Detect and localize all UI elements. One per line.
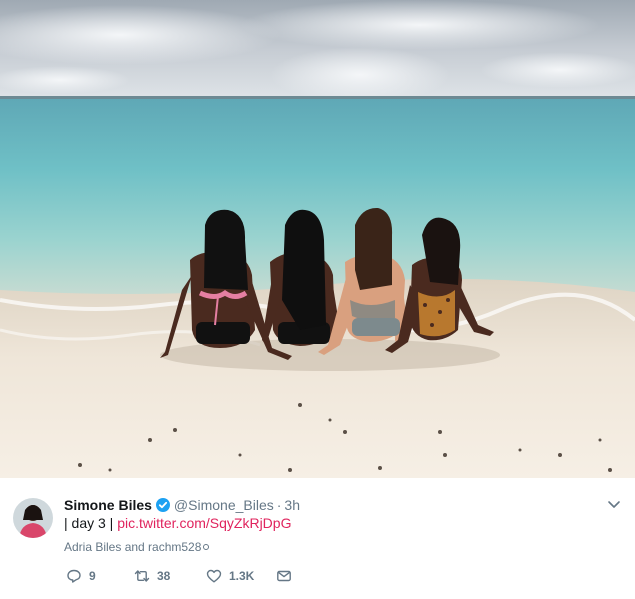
retweet-button[interactable]: 38 <box>134 568 206 584</box>
tagged-users-label: Adria Biles and rachm528 <box>64 540 202 554</box>
tweet-photo[interactable] <box>0 0 635 478</box>
like-count: 1.3K <box>229 569 255 583</box>
heart-icon <box>206 569 222 583</box>
reply-count: 9 <box>89 569 96 583</box>
tweet-header: Simone Biles @Simone_Biles · 3h <box>64 496 300 514</box>
verified-badge-icon <box>155 498 170 512</box>
tweet-text: | day 3 | pic.twitter.com/SqyZkRjDpG <box>64 514 291 532</box>
author-name[interactable]: Simone Biles <box>64 497 152 513</box>
separator-dot: · <box>276 497 282 513</box>
beach-photo <box>0 0 635 478</box>
avatar[interactable] <box>13 498 53 538</box>
tweet-timestamp[interactable]: 3h <box>284 497 300 513</box>
author-handle[interactable]: @Simone_Biles <box>174 497 274 513</box>
reply-button[interactable]: 9 <box>66 568 134 584</box>
like-button[interactable]: 1.3K <box>206 568 276 584</box>
profile-picture-icon <box>13 498 53 538</box>
photo-link[interactable]: pic.twitter.com/SqyZkRjDpG <box>117 515 291 531</box>
retweet-count: 38 <box>157 569 171 583</box>
tagged-users[interactable]: Adria Biles and rachm528 <box>64 540 210 554</box>
direct-message-button[interactable] <box>276 568 296 584</box>
tweet-text-body: | day 3 | <box>64 515 118 531</box>
tag-icon <box>203 544 210 550</box>
reply-icon <box>67 569 81 583</box>
retweet-icon <box>134 570 150 582</box>
chevron-down-icon[interactable] <box>606 498 622 512</box>
envelope-icon <box>277 570 291 582</box>
tweet-actions: 9 38 1.3K <box>66 567 296 585</box>
